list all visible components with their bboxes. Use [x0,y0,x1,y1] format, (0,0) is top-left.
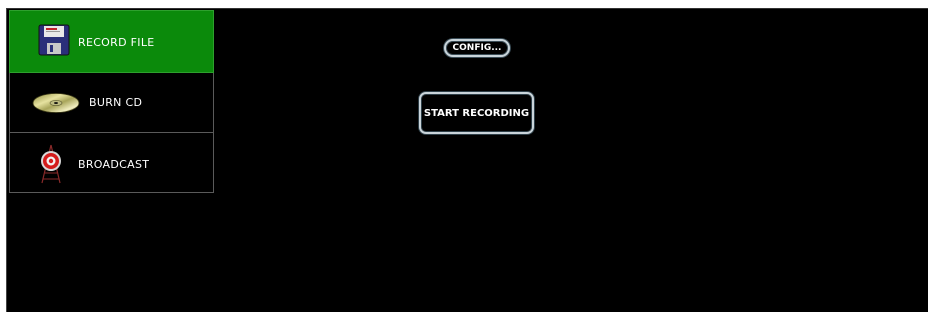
sidebar-item-record-file[interactable]: RECORD FILE [9,10,214,73]
broadcast-tower-icon [37,143,65,185]
sidebar: RECORD FILE BURN CD BROADCAST [9,10,214,193]
start-recording-button[interactable]: START RECORDING [419,92,534,134]
start-recording-label: START RECORDING [423,107,530,119]
sidebar-item-label: BURN CD [89,96,143,109]
floppy-disk-icon [38,24,70,56]
recorder-window: RECORD FILE BURN CD BROADCAST CONFIG... … [6,8,928,312]
compact-disc-icon [32,92,80,114]
sidebar-item-broadcast[interactable]: BROADCAST [9,133,214,193]
sidebar-item-label: BROADCAST [78,158,150,171]
config-button[interactable]: CONFIG... [444,39,510,57]
sidebar-item-burn-cd[interactable]: BURN CD [9,73,214,133]
sidebar-item-label: RECORD FILE [78,36,155,49]
config-button-label: CONFIG... [452,43,502,53]
